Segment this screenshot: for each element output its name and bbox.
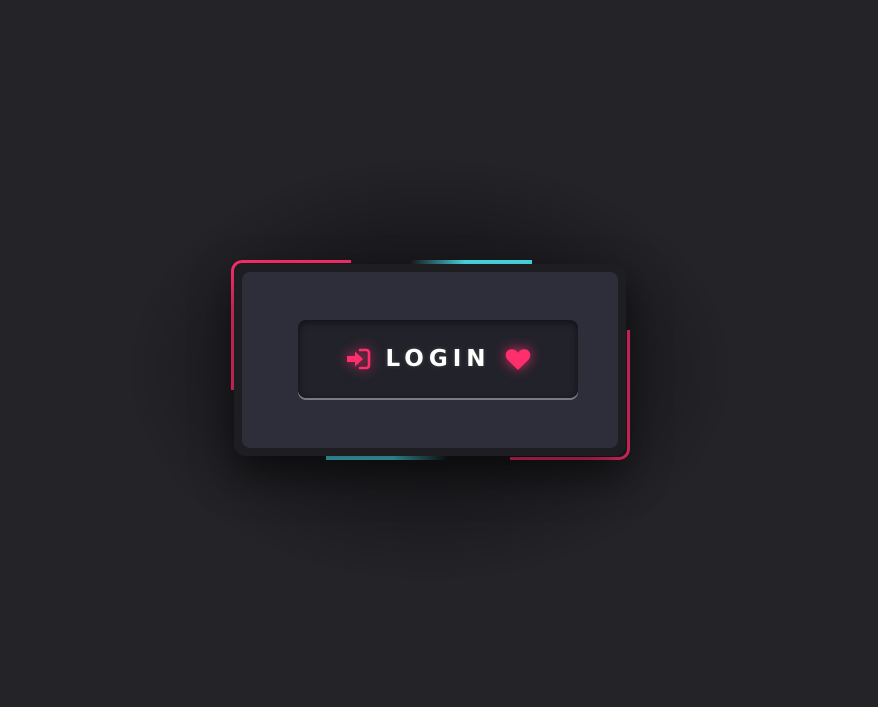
login-button[interactable]: LOGIN — [298, 320, 578, 398]
login-arrow-icon — [345, 348, 371, 370]
page-stage: LOGIN — [0, 0, 878, 707]
login-card-surface: LOGIN — [242, 272, 618, 448]
login-button-label: LOGIN — [385, 346, 491, 372]
login-card: LOGIN — [234, 264, 626, 456]
heart-icon — [505, 348, 531, 371]
cyan-line-accent-bottom — [326, 456, 448, 460]
